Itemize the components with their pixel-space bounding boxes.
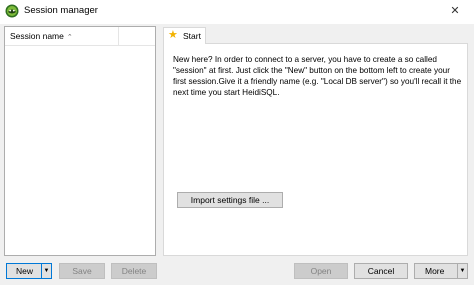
new-button[interactable]: New ▼: [6, 263, 52, 279]
more-dropdown-chevron-icon[interactable]: ▼: [457, 264, 467, 278]
session-list[interactable]: Session name ⌃: [4, 26, 156, 256]
import-settings-label: Import settings file ...: [190, 195, 270, 205]
tab-start[interactable]: ★ Start: [163, 27, 206, 44]
title-bar: Session manager ✕: [0, 0, 474, 24]
sort-ascending-icon: ⌃: [66, 34, 73, 41]
import-settings-button[interactable]: Import settings file ...: [177, 192, 283, 208]
more-button-label: More: [425, 266, 445, 276]
open-button-label: Open: [310, 266, 332, 276]
save-button-label: Save: [72, 266, 92, 276]
new-dropdown-chevron-icon[interactable]: ▼: [41, 264, 51, 278]
new-button-label: New: [16, 266, 34, 276]
window-title: Session manager: [24, 5, 98, 16]
close-icon: ✕: [450, 5, 460, 17]
save-button[interactable]: Save: [59, 263, 105, 279]
cancel-button-label: Cancel: [367, 266, 395, 276]
close-button[interactable]: ✕: [436, 0, 474, 22]
column-header-session-name[interactable]: Session name ⌃: [5, 27, 119, 45]
start-tab-panel: New here? In order to connect to a serve…: [163, 43, 468, 256]
cancel-button[interactable]: Cancel: [354, 263, 408, 279]
session-manager-window: Session manager ✕ Session name ⌃ ★ Start …: [0, 0, 474, 285]
delete-button[interactable]: Delete: [111, 263, 157, 279]
tab-label: Start: [183, 31, 201, 41]
star-icon: ★: [168, 29, 178, 41]
open-button[interactable]: Open: [294, 263, 348, 279]
delete-button-label: Delete: [121, 266, 147, 276]
more-button[interactable]: More ▼: [414, 263, 468, 279]
heidisql-app-icon: [5, 4, 19, 18]
intro-text: New here? In order to connect to a serve…: [173, 55, 462, 97]
session-list-header: Session name ⌃: [5, 27, 155, 46]
column-header-label: Session name: [10, 31, 64, 41]
